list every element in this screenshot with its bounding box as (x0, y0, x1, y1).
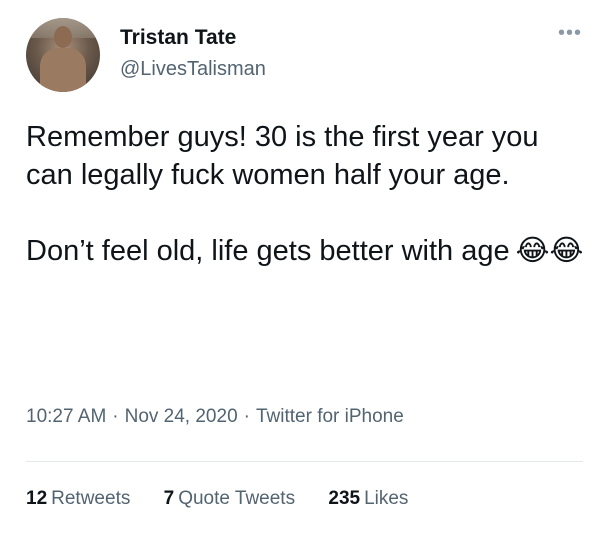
tweet-paragraph-2-text: Don’t feel old, life gets better with ag… (26, 235, 510, 267)
quote-tweets-count: 7 (163, 488, 175, 509)
laughing-tears-emoji-icon: 😂😂 (515, 235, 584, 267)
display-name[interactable]: Tristan Tate (120, 26, 236, 50)
avatar-torso (40, 48, 86, 92)
tweet-time[interactable]: 10:27 AM (26, 406, 106, 427)
meta-separator: · (112, 406, 119, 427)
tweet-source[interactable]: Twitter for iPhone (256, 406, 404, 427)
tweet-paragraph-1: Remember guys! 30 is the first year you … (26, 121, 539, 191)
likes-stat[interactable]: 235 Likes (328, 488, 408, 510)
tweet-card: Tristan Tate @LivesTalisman ••• Remember… (0, 0, 609, 540)
likes-count: 235 (328, 488, 361, 509)
quote-tweets-stat[interactable]: 7 Quote Tweets (164, 488, 295, 510)
avatar[interactable] (26, 18, 100, 92)
tweet-meta: 10:27 AM · Nov 24, 2020 · Twitter for iPhone (26, 406, 404, 428)
more-options-icon[interactable]: ••• (558, 22, 582, 45)
retweets-label: Retweets (51, 488, 131, 509)
tweet-date[interactable]: Nov 24, 2020 (125, 406, 238, 427)
likes-label: Likes (364, 488, 409, 509)
divider (26, 461, 583, 462)
retweets-stat[interactable]: 12 Retweets (26, 488, 130, 510)
avatar-head (54, 26, 72, 48)
tweet-paragraph-2: Don’t feel old, life gets better with ag… (26, 232, 586, 270)
user-handle[interactable]: @LivesTalisman (120, 58, 266, 81)
engagement-stats: 12 Retweets 7 Quote Tweets 235 Likes (26, 488, 436, 510)
quote-tweets-label: Quote Tweets (178, 488, 296, 509)
retweets-count: 12 (26, 488, 48, 509)
tweet-text: Remember guys! 30 is the first year you … (26, 118, 586, 270)
meta-separator: · (243, 406, 250, 427)
